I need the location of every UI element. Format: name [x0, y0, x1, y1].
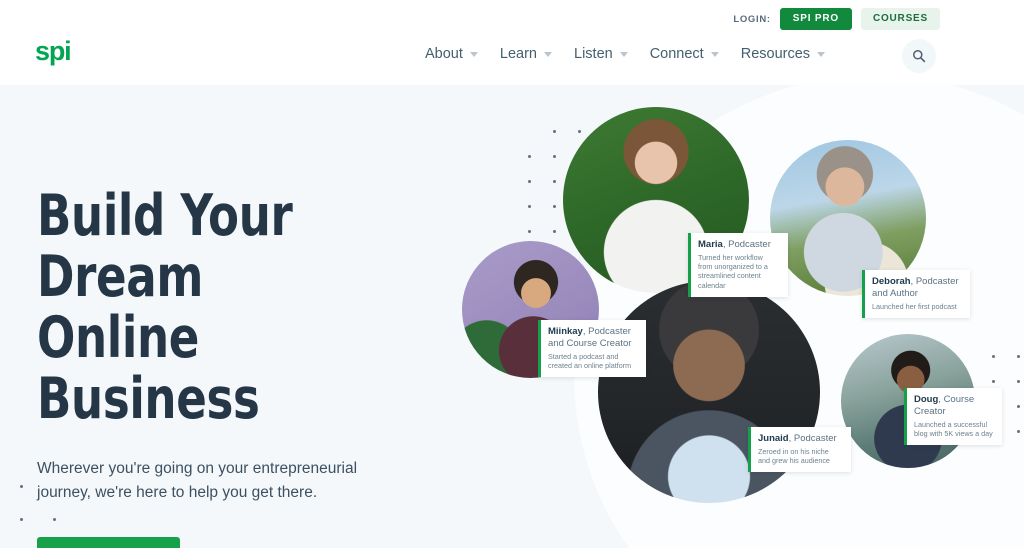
chevron-down-icon	[469, 51, 478, 57]
hero-text-block: Build Your Dream Online Business Whereve…	[37, 186, 437, 548]
nav-item-resources[interactable]: Resources	[740, 46, 826, 62]
testimonial-name: Doug	[914, 394, 939, 405]
testimonial-description: Launched a successful blog with 5K views…	[914, 420, 993, 439]
nav-item-connect[interactable]: Connect	[650, 46, 719, 62]
site-logo[interactable]: spi	[35, 38, 72, 65]
hero-section: Build Your Dream Online Business Whereve…	[0, 85, 1024, 548]
testimonial-description: Launched her first podcast	[872, 302, 957, 311]
nav-item-listen[interactable]: Listen	[574, 46, 628, 62]
testimonial-name-role: Deborah, Podcaster and Author	[872, 276, 959, 299]
testimonial-description: Zeroed in on his niche and grew his audi…	[758, 447, 830, 466]
testimonial-description: Turned her workflow from unorganized to …	[698, 253, 768, 290]
testimonial-card-miinkay[interactable]: Miinkay, Podcaster and Course Creator St…	[538, 320, 646, 378]
testimonial-name: Deborah	[872, 276, 911, 287]
headline-line-2: Online Business	[37, 305, 260, 432]
nav-item-learn[interactable]: Learn	[500, 46, 552, 62]
testimonial-card-maria[interactable]: Maria, Podcaster Turned her workflow fro…	[688, 233, 788, 297]
site-header: LOGIN: SPI PRO COURSES spi About Learn L…	[0, 0, 1024, 85]
testimonial-role: Podcaster	[793, 433, 837, 444]
testimonial-role: Podcaster	[728, 239, 771, 250]
login-spi-pro-button[interactable]: SPI PRO	[779, 8, 852, 30]
chevron-down-icon	[619, 51, 628, 57]
testimonial-card-deborah[interactable]: Deborah, Podcaster and Author Launched h…	[862, 270, 970, 319]
nav-label: Resources	[740, 46, 811, 62]
testimonial-name-role: Doug, Course Creator	[914, 394, 975, 417]
testimonial-card-doug[interactable]: Doug, Course Creator Launched a successf…	[904, 388, 1002, 446]
testimonial-name: Maria	[698, 239, 723, 250]
login-label: LOGIN:	[733, 13, 771, 25]
testimonial-description: Started a podcast and created an online …	[548, 352, 632, 371]
chevron-down-icon	[817, 51, 826, 57]
testimonial-name-role: Junaid, Podcaster	[758, 433, 837, 444]
testimonial-name: Miinkay	[548, 326, 583, 337]
headline-line-1: Build Your Dream	[37, 183, 293, 310]
see-courses-button[interactable]: See Courses	[37, 537, 180, 548]
nav-item-about[interactable]: About	[425, 46, 478, 62]
nav-label: Connect	[649, 46, 704, 62]
login-row: LOGIN: SPI PRO COURSES	[733, 8, 940, 30]
nav-label: About	[425, 46, 463, 62]
search-button[interactable]	[902, 39, 936, 73]
nav-label: Learn	[499, 46, 537, 62]
chevron-down-icon	[710, 51, 719, 57]
hero-subheading: Wherever you're going on your entreprene…	[37, 460, 358, 501]
main-navigation: About Learn Listen Connect Resources	[425, 46, 847, 62]
testimonial-name-role: Miinkay, Podcaster and Course Creator	[548, 326, 632, 349]
chevron-down-icon	[544, 51, 552, 57]
page-root: LOGIN: SPI PRO COURSES spi About Learn L…	[0, 0, 1024, 548]
testimonial-name: Junaid	[758, 433, 789, 444]
page-title: Build Your Dream Online Business	[37, 186, 389, 430]
nav-label: Listen	[574, 46, 613, 62]
search-icon	[913, 50, 926, 63]
testimonial-name-role: Maria, Podcaster	[698, 239, 771, 250]
testimonial-card-junaid[interactable]: Junaid, Podcaster Zeroed in on his niche…	[748, 427, 851, 473]
hero-cta-row: See Courses BECOME A PRO →	[37, 537, 437, 548]
login-courses-button[interactable]: COURSES	[860, 8, 940, 30]
